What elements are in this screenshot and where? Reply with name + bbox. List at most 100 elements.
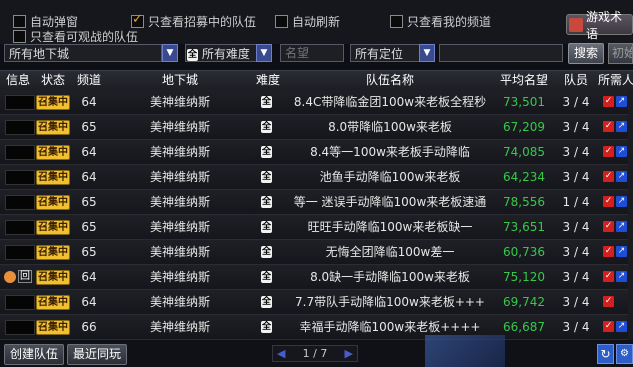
members-cell: 3 / 4 [562, 295, 590, 309]
checkbox-box[interactable] [13, 14, 26, 28]
create-team-button[interactable]: 创建队伍 [4, 344, 64, 365]
refresh-icon[interactable]: ↻ [597, 344, 614, 364]
recruit-badge: 召集中 [36, 220, 70, 235]
role-blue-icon: ↗ [616, 171, 627, 182]
channel-cell: 64 [81, 95, 97, 109]
reputation-input[interactable] [280, 44, 344, 62]
team-name-cell: 无悔全团降临100w差一 [325, 245, 455, 259]
chevron-down-icon[interactable]: ▼ [162, 44, 178, 62]
info-slot [5, 295, 35, 310]
score-cell: 75,120 [503, 270, 545, 284]
spectate-only-checkbox[interactable]: 只查看可观战的队伍 [13, 28, 138, 44]
role-red-icon: ✓ [603, 96, 614, 107]
members-cell: 3 / 4 [562, 145, 590, 159]
team-name-cell: 8.0缺一手动降临100w来老板 [310, 270, 470, 284]
recruiting-only-checkbox[interactable]: 只查看招募中的队伍 [131, 12, 256, 29]
score-cell: 78,556 [503, 195, 545, 209]
header-channel: 频道 [76, 73, 101, 87]
return-icon: 回 [18, 270, 32, 283]
difficulty-all-icon: 全 [261, 296, 272, 308]
table-row[interactable]: 召集中 65 美神维纳斯 全 等一 迷误手动降临100w来老板速通 78,556… [0, 190, 633, 215]
my-channel-checkbox[interactable]: 只查看我的频道 [390, 13, 491, 29]
table-row[interactable]: 召集中 65 美神维纳斯 全 无悔全团降临100w差一 60,736 3 / 4… [0, 240, 633, 265]
members-cell: 3 / 4 [562, 220, 590, 234]
scrollbar[interactable] [628, 90, 633, 340]
table-row[interactable]: 召集中 66 美神维纳斯 全 幸福手动降临100w来老板++++ 66,687 … [0, 315, 633, 340]
members-cell: 3 / 4 [562, 245, 590, 259]
header-dungeon: 地下城 [161, 73, 198, 87]
checkbox-box[interactable] [390, 14, 403, 28]
score-cell: 74,085 [503, 145, 545, 159]
table-row[interactable]: 召集中 64 美神维纳斯 全 8.4等一100w来老板手动降临 74,085 3… [0, 140, 633, 165]
members-cell: 3 / 4 [562, 320, 590, 334]
recent-players-button[interactable]: 最近同玩 [67, 344, 127, 365]
difficulty-all-icon: 全 [261, 96, 272, 108]
dungeon-select[interactable]: 所有地下城 [4, 44, 162, 62]
settings-icon[interactable]: ⚙ [616, 344, 633, 364]
recruit-badge: 召集中 [36, 195, 70, 210]
position-select-value: 所有定位 [355, 47, 404, 61]
channel-cell: 66 [81, 320, 97, 334]
difficulty-all-icon: 全 [261, 171, 272, 183]
search-button[interactable]: 搜索 [568, 43, 604, 64]
info-slot [5, 95, 35, 110]
table-row[interactable]: 召集中 65 美神维纳斯 全 8.0带降临100w来老板 67,209 3 / … [0, 115, 633, 140]
dungeon-cell: 美神维纳斯 [149, 245, 210, 259]
dungeon-cell: 美神维纳斯 [149, 195, 210, 209]
difficulty-select[interactable]: 全 所有难度 [185, 44, 257, 62]
channel-cell: 64 [81, 145, 97, 159]
info-slot [5, 145, 35, 160]
recruit-badge: 召集中 [36, 145, 70, 160]
prev-page-icon[interactable]: ◀ [277, 347, 285, 360]
score-cell: 73,501 [503, 95, 545, 109]
avatar-icon [4, 270, 16, 283]
checkbox-label: 只查看可观战的队伍 [30, 29, 139, 44]
role-red-icon: ✓ [603, 171, 614, 182]
difficulty-all-icon: 全 [261, 221, 272, 233]
difficulty-all-icon: 全 [261, 196, 272, 208]
role-blue-icon: ↗ [616, 246, 627, 257]
table-row[interactable]: 召集中 64 美神维纳斯 全 池鱼手动降临100w来老板 64,234 3 / … [0, 165, 633, 190]
chevron-down-icon[interactable]: ▼ [419, 44, 435, 62]
score-cell: 67,209 [503, 120, 545, 134]
game-terms-button[interactable]: 游戏术语 [566, 10, 633, 41]
channel-cell: 64 [81, 270, 97, 284]
role-blue-icon: ↗ [616, 271, 627, 282]
table-row[interactable]: 回 召集中 64 美神维纳斯 全 8.0缺一手动降临100w来老板 75,120… [0, 265, 633, 290]
recruit-badge: 召集中 [36, 120, 70, 135]
info-slot [5, 320, 35, 335]
dungeon-cell: 美神维纳斯 [149, 95, 210, 109]
init-button[interactable]: 初始化 [608, 43, 633, 64]
info-slot [5, 195, 35, 210]
dungeon-cell: 美神维纳斯 [149, 120, 210, 134]
checkbox-label: 只查看我的频道 [407, 14, 492, 29]
role-blue-icon: ↗ [616, 146, 627, 157]
team-name-cell: 等一 迷误手动降临100w来老板速通 [293, 195, 487, 209]
position-select[interactable]: 所有定位 [350, 44, 420, 62]
dungeon-select-value: 所有地下城 [9, 47, 70, 61]
info-slot [5, 220, 35, 235]
role-blue-icon: ↗ [616, 221, 627, 232]
table-row[interactable]: 召集中 64 美神维纳斯 全 7.7带队手动降临100w来老板+++ 69,74… [0, 290, 633, 315]
role-blue-icon: ↗ [616, 121, 627, 132]
table-header: 信息 状态 频道 地下城 难度 队伍名称 平均名望 队员 所需人员 [0, 70, 633, 91]
difficulty-all-icon: 全 [261, 321, 272, 333]
dungeon-cell: 美神维纳斯 [149, 270, 210, 284]
recruit-badge: 召集中 [36, 320, 70, 335]
table-row[interactable]: 召集中 64 美神维纳斯 全 8.4C带降临金团100w来老板全程秒 73,50… [0, 90, 633, 115]
difficulty-all-icon: 全 [261, 246, 272, 258]
score-cell: 73,651 [503, 220, 545, 234]
checkbox-box[interactable] [275, 14, 288, 28]
team-name-cell: 8.0带降临100w来老板 [328, 120, 452, 134]
book-icon [569, 17, 583, 32]
role-blue-icon: ↗ [616, 196, 627, 207]
checkbox-box[interactable] [131, 12, 144, 28]
role-red-icon: ✓ [603, 271, 614, 282]
checkbox-box[interactable] [13, 29, 26, 43]
members-cell: 3 / 4 [562, 95, 590, 109]
search-input[interactable] [439, 44, 563, 62]
next-page-icon[interactable]: ▶ [345, 347, 353, 360]
auto-refresh-checkbox[interactable]: 自动刷新 [275, 13, 340, 29]
table-row[interactable]: 召集中 65 美神维纳斯 全 旺旺手动降临100w来老板缺一 73,651 3 … [0, 215, 633, 240]
chevron-down-icon[interactable]: ▼ [256, 44, 272, 62]
